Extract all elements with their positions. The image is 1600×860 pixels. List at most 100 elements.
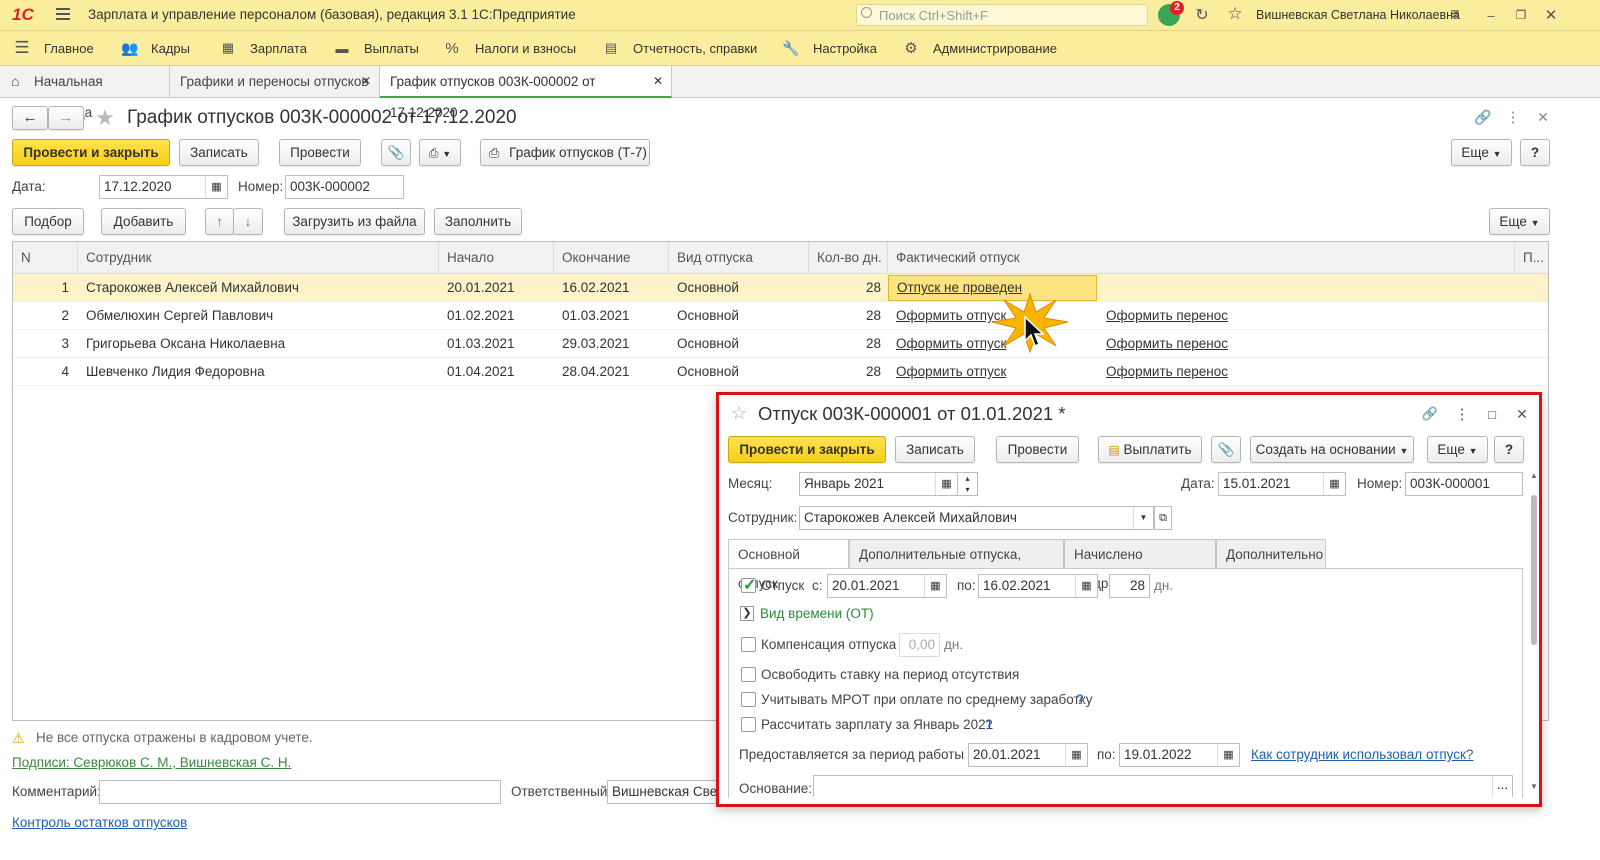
favorite-star-icon[interactable]: ★ [93,105,117,130]
release-rate-checkbox[interactable] [741,667,756,682]
pay-button[interactable]: ▤ Выплатить [1098,436,1202,463]
vacation-usage-link[interactable]: Как сотрудник использовал отпуск? [1251,743,1473,767]
menu-item-admin[interactable]: Администрирование [933,41,1057,56]
calc-salary-checkbox[interactable] [741,717,756,732]
popup-post-button[interactable]: Провести [996,436,1079,463]
create-based-on-button[interactable]: Создать на основании ▼ [1250,436,1414,463]
col-header-extra[interactable]: П... [1515,242,1548,274]
calendar-icon[interactable]: ▦ [924,575,946,597]
minimize-icon[interactable]: – [1482,6,1500,24]
table-row[interactable]: 4 Шевченко Лидия Федоровна 01.04.2021 28… [13,358,1548,386]
link-icon[interactable]: 🔗 [1474,108,1492,126]
open-employee-button[interactable]: ⧉ [1154,506,1172,530]
attach-button[interactable]: 📎 [381,139,411,166]
close-tab-icon[interactable]: ✕ [653,66,663,97]
more-actions-icon[interactable]: ⋮ [1453,405,1471,423]
table-row[interactable]: 2 Обмелюхин Сергей Павлович 01.02.2021 0… [13,302,1548,330]
more-actions-icon[interactable]: ⋮ [1504,108,1522,126]
forward-button[interactable]: → [48,106,84,130]
col-header-days[interactable]: Кол-во дн. [809,242,888,274]
mrot-checkbox[interactable] [741,692,756,707]
more-button[interactable]: Еще ▼ [1451,139,1512,166]
month-field[interactable]: Январь 2021 ▦ [799,472,958,496]
chevron-down-icon[interactable]: ▼ [1133,507,1153,529]
mrot-help-icon[interactable]: ? [1076,688,1084,712]
current-user[interactable]: Вишневская Светлана Николаевна [1256,8,1460,22]
tab-main-vacation[interactable]: Основной отпуск [728,539,849,591]
load-from-file-button[interactable]: Загрузить из файла [284,208,425,235]
move-up-button[interactable]: ↑ [205,208,234,235]
menu-item-taxes[interactable]: Налоги и взносы [475,41,576,56]
tab-home[interactable]: ⌂ Начальная страница [0,66,170,120]
popup-number-field[interactable]: 003К-000001 [1405,472,1523,496]
register-vacation-link[interactable]: Оформить отпуск [896,364,1006,379]
close-form-icon[interactable]: ✕ [1534,108,1552,126]
work-period-from-field[interactable]: 20.01.2021 ▦ [968,743,1088,767]
table-row[interactable]: 1 Старокожев Алексей Михайлович 20.01.20… [13,274,1548,302]
tab-accrued-details[interactable]: Начислено (подробно) [1064,539,1216,591]
expand-time-type-icon[interactable]: ❯ [740,606,754,621]
compensation-days-field[interactable]: 0,00 [899,633,940,657]
calendar-icon[interactable]: ▦ [1075,575,1097,597]
compensation-checkbox[interactable] [741,637,756,652]
popup-scrollbar[interactable]: ▲ ▼ [1530,471,1538,791]
popup-post-and-close-button[interactable]: Провести и закрыть [728,436,886,463]
register-transfer-link[interactable]: Оформить перенос [1106,336,1228,351]
tab-additional-vacations[interactable]: Дополнительные отпуска, отгулы [849,539,1064,591]
tab-vacation-schedules[interactable]: Графики и переносы отпусков ✕ [170,66,380,98]
search-input[interactable]: Поиск Ctrl+Shift+F [856,4,1148,26]
table-more-button[interactable]: Еще ▼ [1489,208,1550,235]
calendar-icon[interactable]: ▦ [935,473,957,495]
move-down-button[interactable]: ↓ [233,208,263,235]
close-tab-icon[interactable]: ✕ [361,66,371,97]
scroll-thumb[interactable] [1531,495,1537,645]
col-header-end[interactable]: Окончание [554,242,669,274]
app-logo[interactable]: 1С [12,5,34,25]
calendar-icon[interactable]: ▦ [205,176,227,198]
tab-additional[interactable]: Дополнительно [1216,539,1326,569]
calendar-icon[interactable]: ▦ [1065,744,1087,766]
vacation-checkbox[interactable]: ✓ [741,577,756,594]
add-button[interactable]: Добавить [101,208,186,235]
menu-item-reports[interactable]: Отчетность, справки [633,41,757,56]
time-type-link[interactable]: Вид времени (ОТ) [760,602,874,626]
menu-item-hr[interactable]: Кадры [151,41,190,56]
employee-field[interactable]: Старокожев Алексей Михайлович ▼ [799,506,1154,530]
register-transfer-link[interactable]: Оформить перенос [1106,364,1228,379]
close-window-icon[interactable]: ✕ [1542,6,1560,24]
col-header-n[interactable]: N [13,242,78,274]
scroll-up-icon[interactable]: ▲ [1530,471,1538,480]
basis-field[interactable]: ... [813,775,1513,797]
save-button[interactable]: Записать [179,139,259,166]
col-header-start[interactable]: Начало [439,242,554,274]
back-button[interactable]: ← [12,106,48,130]
month-stepper[interactable]: ▴ ▾ [957,472,978,496]
popup-save-button[interactable]: Записать [895,436,975,463]
hamburger-menu-icon[interactable] [56,8,70,20]
col-header-fact[interactable]: Фактический отпуск [888,242,1515,274]
restore-icon[interactable]: ❐ [1512,6,1530,24]
calendar-icon[interactable]: ▦ [1217,744,1239,766]
comment-field[interactable] [99,780,501,804]
settings-menu-icon[interactable]: ≡ [1446,6,1464,24]
vacation-to-field[interactable]: 16.02.2021 ▦ [978,574,1098,598]
vacation-balance-control-link[interactable]: Контроль остатков отпусков [12,815,187,830]
responsible-field[interactable]: Вишневская Свет [607,780,719,804]
scroll-down-icon[interactable]: ▼ [1530,782,1538,791]
post-button[interactable]: Провести [279,139,361,166]
signatures-link[interactable]: Подписи: Севрюков С. М., Вишневская С. Н… [12,755,291,770]
menu-item-main[interactable]: Главное [44,41,94,56]
register-transfer-link[interactable]: Оформить перенос [1106,308,1228,323]
vacation-days-field[interactable]: 28 [1109,574,1150,598]
popup-help-button[interactable]: ? [1494,436,1524,463]
vacation-from-field[interactable]: 20.01.2021 ▦ [827,574,947,598]
col-header-type[interactable]: Вид отпуска [669,242,809,274]
maximize-icon[interactable]: □ [1483,405,1501,423]
fill-button[interactable]: Заполнить [434,208,522,235]
menu-item-payments[interactable]: Выплаты [364,41,419,56]
table-row[interactable]: 3 Григорьева Оксана Николаевна 01.03.202… [13,330,1548,358]
favorites-star-icon[interactable]: ☆ [1226,4,1244,23]
help-button[interactable]: ? [1520,139,1550,166]
calc-salary-help-icon[interactable]: ? [985,713,993,737]
print-menu-button[interactable]: ⎙ ▼ [419,139,461,166]
